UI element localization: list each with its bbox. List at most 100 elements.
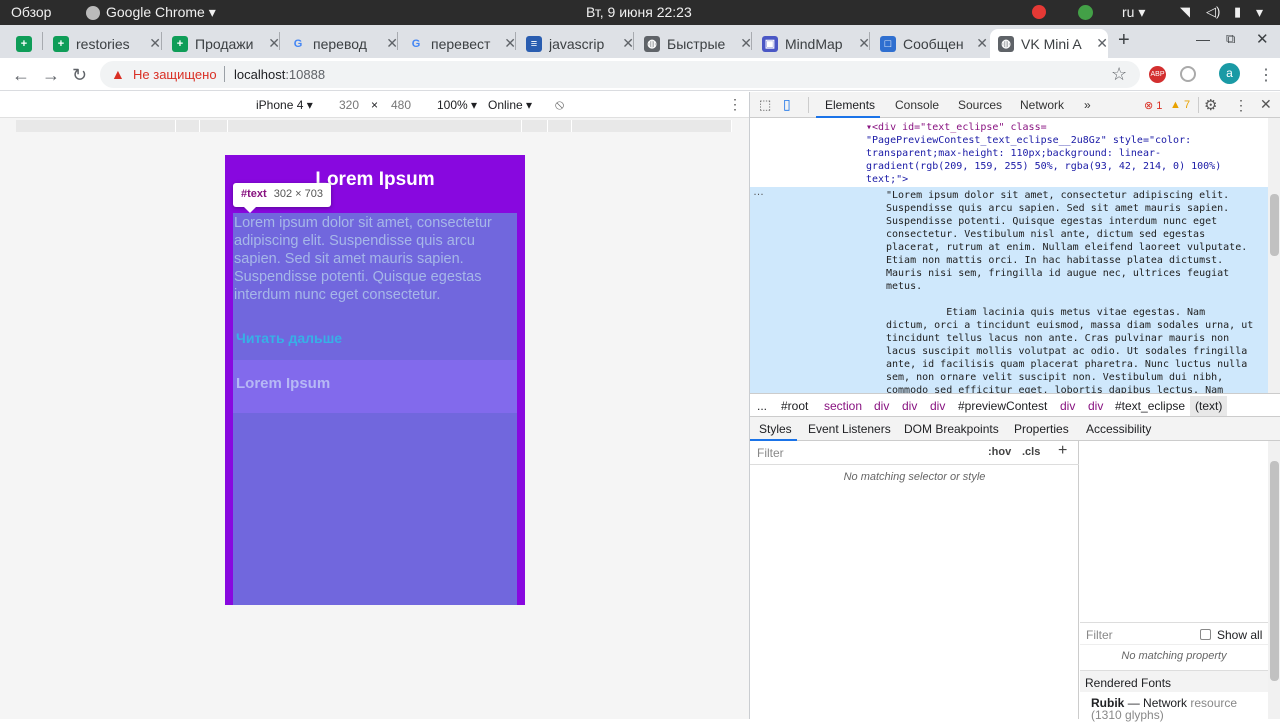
new-style-rule-button[interactable]: + (1058, 442, 1067, 460)
ruler-segment[interactable] (522, 120, 548, 132)
breadcrumb-item[interactable]: #root (781, 399, 808, 413)
sidebar-scrollbar[interactable] (1268, 441, 1280, 719)
device-select[interactable]: iPhone 4 ▾ (256, 98, 313, 112)
browser-tab[interactable]: + Продажи ✕ (164, 29, 280, 58)
scrollbar-thumb[interactable] (1270, 194, 1279, 256)
browser-tab[interactable]: + restories ✕ (45, 29, 161, 58)
system-menu-icon[interactable]: ▾ (1256, 4, 1263, 21)
wifi-icon[interactable]: ◥ (1180, 4, 1190, 20)
breadcrumb-item[interactable]: div (874, 399, 889, 413)
throttle-select[interactable]: Online ▾ (488, 98, 532, 112)
menu-icon[interactable]: ⋮ (1258, 65, 1274, 85)
warning-icon[interactable]: ▲ (111, 66, 125, 82)
browser-tab[interactable]: Gперевод ✕ (282, 29, 398, 58)
error-count[interactable]: ⊗ 1 (1144, 99, 1162, 112)
breadcrumb-item[interactable]: ... (757, 399, 767, 413)
close-tab-icon[interactable]: ✕ (1096, 35, 1108, 52)
browser-tab[interactable]: + (8, 29, 41, 58)
rendered-fonts-header[interactable]: Rendered Fonts (1080, 670, 1268, 692)
restore-button[interactable]: ⧉ (1226, 31, 1235, 47)
forward-icon[interactable]: → (42, 65, 60, 86)
tab-dom-breakpoints[interactable]: DOM Breakpoints (904, 422, 999, 436)
close-tab-icon[interactable]: ✕ (976, 35, 988, 52)
zoom-select[interactable]: 100% ▾ (437, 98, 477, 112)
breadcrumb-item[interactable]: div (1088, 399, 1103, 413)
width-input[interactable]: 320 (339, 98, 359, 112)
security-label[interactable]: Не защищено (133, 67, 217, 82)
battery-icon[interactable]: ▮ (1234, 4, 1241, 20)
rotate-icon[interactable]: ⦸ (555, 96, 564, 113)
close-tab-icon[interactable]: ✕ (149, 35, 161, 52)
breadcrumb-item-active[interactable]: (text) (1190, 396, 1228, 416)
close-window-button[interactable]: ✕ (1256, 30, 1269, 48)
dom-node-line[interactable]: transparent;max-height: 110px;background… (866, 147, 1161, 160)
dom-node-line[interactable]: gradient(rgb(209, 159, 255) 50%, rgba(93… (866, 160, 1221, 173)
breadcrumb-item[interactable]: section (824, 399, 862, 413)
show-all-label[interactable]: Show all (1217, 628, 1262, 642)
settings-gear-icon[interactable]: ⚙ (1204, 96, 1217, 114)
ruler-segment[interactable] (228, 120, 522, 132)
breadcrumb-item[interactable]: div (1060, 399, 1075, 413)
inspect-element-icon[interactable]: ⬚ (759, 97, 771, 113)
ruler-segment[interactable] (572, 120, 732, 132)
adblock-icon[interactable]: ABP (1149, 66, 1166, 83)
dom-node-line[interactable]: ▾<div id="text_eclipse" class= (866, 121, 1047, 134)
dom-node-line[interactable]: text;"> (866, 173, 908, 186)
breadcrumb-item[interactable]: div (902, 399, 917, 413)
more-options-icon[interactable]: ⋮ (728, 96, 742, 113)
tab-properties[interactable]: Properties (1014, 422, 1069, 436)
read-more-link[interactable]: Читать дальше (236, 330, 342, 346)
cls-toggle[interactable]: .cls (1022, 446, 1040, 458)
tab-console[interactable]: Console (895, 98, 939, 112)
volume-icon[interactable]: ◁) (1206, 4, 1220, 20)
app-menu[interactable]: Google Chrome ▾ (106, 4, 216, 21)
device-toggle-icon[interactable]: ▯ (783, 96, 791, 113)
dom-node-line[interactable]: "PagePreviewContest_text_eclipse__2u8Gz"… (866, 134, 1191, 147)
dom-tree[interactable]: ▾<div id="text_eclipse" class= "PagePrev… (750, 118, 1268, 393)
devtools-menu-icon[interactable]: ⋮ (1234, 97, 1248, 114)
ruler-segment[interactable] (548, 120, 572, 132)
ruler-segment[interactable] (176, 120, 200, 132)
media-query-ruler[interactable] (0, 118, 749, 135)
browser-tab[interactable]: Gперевест ✕ (400, 29, 516, 58)
language-indicator[interactable]: ru ▾ (1122, 4, 1145, 21)
browser-tab[interactable]: ≡ javascrip ✕ (518, 29, 634, 58)
reload-icon[interactable]: ↻ (72, 65, 87, 86)
url-text[interactable]: localhost:10888 (234, 67, 325, 82)
computed-filter-input[interactable]: Filter (1086, 628, 1113, 642)
dom-scrollbar[interactable] (1268, 118, 1280, 393)
activities-button[interactable]: Обзор (11, 4, 51, 20)
tab-accessibility[interactable]: Accessibility (1086, 422, 1151, 436)
height-input[interactable]: 480 (391, 98, 411, 112)
browser-tab[interactable]: ▣ MindMap ✕ (754, 29, 870, 58)
new-tab-button[interactable]: + (1118, 29, 1130, 52)
node-actions-icon[interactable]: … (753, 186, 764, 198)
update-icon[interactable] (1078, 5, 1093, 20)
breadcrumb-item[interactable]: #text_eclipse (1115, 399, 1185, 413)
ruler-segment[interactable] (16, 120, 176, 132)
back-icon[interactable]: ← (12, 65, 30, 86)
tab-sources[interactable]: Sources (958, 98, 1002, 112)
tab-network[interactable]: Network (1020, 98, 1064, 112)
browser-tab[interactable]: ◍ VK Mini A ✕ (990, 29, 1108, 58)
clock[interactable]: Вт, 9 июня 22:23 (586, 4, 692, 20)
bookmark-star-icon[interactable]: ☆ (1111, 64, 1127, 85)
more-tabs-button[interactable]: » (1084, 98, 1091, 112)
extension-icon[interactable] (1180, 66, 1196, 82)
scrollbar-thumb[interactable] (1270, 461, 1279, 681)
ruler-segment[interactable] (200, 120, 228, 132)
profile-avatar[interactable]: a (1219, 63, 1240, 84)
tab-styles[interactable]: Styles (759, 422, 792, 436)
tab-event-listeners[interactable]: Event Listeners (808, 422, 891, 436)
browser-tab[interactable]: ◍ Быстрые ✕ (636, 29, 752, 58)
browser-tab[interactable]: □ Сообщен ✕ (872, 29, 988, 58)
show-all-checkbox[interactable] (1200, 629, 1211, 640)
warning-count[interactable]: ▲ 7 (1170, 99, 1190, 111)
breadcrumb-item[interactable]: div (930, 399, 945, 413)
selected-text-node[interactable]: "Lorem ipsum dolor sit amet, consectetur… (886, 189, 1253, 393)
breadcrumb-item[interactable]: #previewContest (958, 399, 1047, 413)
tab-elements[interactable]: Elements (825, 98, 875, 112)
minimize-button[interactable]: — (1196, 31, 1210, 47)
notification-icon[interactable] (1032, 5, 1046, 19)
close-devtools-icon[interactable]: ✕ (1260, 96, 1272, 113)
